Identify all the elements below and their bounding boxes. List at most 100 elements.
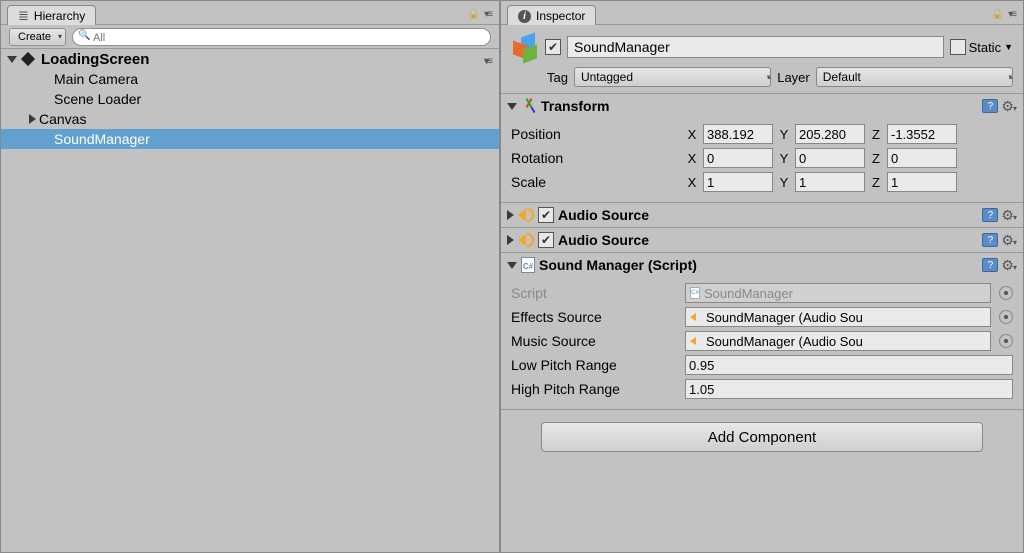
scale-z-field[interactable]	[887, 172, 957, 192]
gameobject-icon[interactable]	[511, 33, 539, 61]
help-icon[interactable]: ?	[982, 258, 998, 272]
inspector-body: Static ▼ Tag Untagged Layer Default Tra	[501, 25, 1023, 552]
high-pitch-field[interactable]	[685, 379, 1013, 399]
layer-label: Layer	[777, 70, 810, 85]
gear-icon[interactable]: ⚙	[1001, 98, 1017, 115]
scene-name: LoadingScreen	[41, 51, 149, 68]
tree-item[interactable]: Main Camera	[1, 69, 499, 89]
csharp-icon	[690, 287, 700, 299]
scale-label: Scale	[511, 174, 681, 190]
create-button[interactable]: Create	[9, 28, 66, 46]
foldout-open-icon[interactable]	[507, 103, 517, 110]
foldout-open-icon[interactable]	[507, 262, 517, 269]
speaker-icon	[690, 311, 702, 323]
low-pitch-field[interactable]	[685, 355, 1013, 375]
audio-source-component: Audio Source ? ⚙	[501, 203, 1023, 228]
tag-dropdown[interactable]: Untagged	[574, 67, 771, 87]
hierarchy-tab-bar: Hierarchy	[1, 1, 499, 25]
inspector-tab-label: Inspector	[536, 9, 585, 23]
foldout-spacer	[41, 134, 51, 144]
lock-icon[interactable]	[466, 5, 480, 20]
foldout-closed-icon[interactable]	[507, 210, 514, 220]
tree-item[interactable]: Scene Loader	[1, 89, 499, 109]
panel-menu-icon[interactable]	[484, 5, 491, 20]
transform-component: Transform ? ⚙ Position X Y Z Rotation X …	[501, 94, 1023, 203]
effects-source-label: Effects Source	[511, 309, 681, 325]
speaker-icon	[518, 232, 534, 248]
hierarchy-tab[interactable]: Hierarchy	[7, 5, 96, 25]
foldout-closed-icon[interactable]	[29, 114, 36, 124]
component-enabled-checkbox[interactable]	[538, 232, 554, 248]
scene-menu-icon[interactable]	[484, 51, 491, 68]
rotation-label: Rotation	[511, 150, 681, 166]
high-pitch-label: High Pitch Range	[511, 381, 681, 397]
object-picker-icon[interactable]	[999, 310, 1013, 324]
info-icon: i	[518, 10, 531, 23]
gear-icon[interactable]: ⚙	[1001, 232, 1017, 249]
layer-dropdown[interactable]: Default	[816, 67, 1013, 87]
position-y-field[interactable]	[795, 124, 865, 144]
x-label: X	[685, 127, 699, 142]
static-dropdown-icon[interactable]: ▼	[1004, 42, 1013, 52]
position-x-field[interactable]	[703, 124, 773, 144]
music-source-label: Music Source	[511, 333, 681, 349]
hierarchy-panel: Hierarchy Create LoadingScreen Main Came…	[0, 0, 500, 553]
gear-icon[interactable]: ⚙	[1001, 207, 1017, 224]
help-icon[interactable]: ?	[982, 99, 998, 113]
speaker-icon	[690, 335, 702, 347]
rotation-z-field[interactable]	[887, 148, 957, 168]
tag-label: Tag	[547, 70, 568, 85]
sound-manager-component: Sound Manager (Script) ? ⚙ Script SoundM…	[501, 253, 1023, 410]
speaker-icon	[518, 207, 534, 223]
foldout-open-icon[interactable]	[7, 56, 17, 63]
add-component-button[interactable]: Add Component	[541, 422, 983, 452]
help-icon[interactable]: ?	[982, 208, 998, 222]
gameobject-header: Static ▼ Tag Untagged Layer Default	[501, 25, 1023, 94]
inspector-tab[interactable]: i Inspector	[507, 5, 596, 25]
scale-x-field[interactable]	[703, 172, 773, 192]
panel-menu-icon[interactable]	[1008, 5, 1015, 20]
unity-cube-icon	[20, 51, 36, 67]
script-field: SoundManager	[685, 283, 991, 303]
foldout-spacer	[41, 94, 51, 104]
foldout-spacer	[41, 74, 51, 84]
enabled-checkbox[interactable]	[545, 39, 561, 55]
rotation-x-field[interactable]	[703, 148, 773, 168]
static-label: Static	[969, 40, 1002, 55]
gameobject-name-field[interactable]	[567, 36, 944, 58]
static-checkbox[interactable]	[950, 39, 966, 55]
position-z-field[interactable]	[887, 124, 957, 144]
inspector-tab-bar: i Inspector	[501, 1, 1023, 25]
effects-source-field[interactable]: SoundManager (Audio Sou	[685, 307, 991, 327]
help-icon[interactable]: ?	[982, 233, 998, 247]
position-label: Position	[511, 126, 681, 142]
y-label: Y	[777, 127, 791, 142]
object-picker-icon[interactable]	[999, 286, 1013, 300]
script-label: Script	[511, 285, 681, 301]
component-title: Audio Source	[558, 207, 978, 223]
hierarchy-tree[interactable]: LoadingScreen Main Camera Scene Loader C…	[1, 49, 499, 552]
low-pitch-label: Low Pitch Range	[511, 357, 681, 373]
object-picker-icon[interactable]	[999, 334, 1013, 348]
rotation-y-field[interactable]	[795, 148, 865, 168]
hierarchy-search[interactable]	[72, 28, 491, 46]
component-enabled-checkbox[interactable]	[538, 207, 554, 223]
component-title: Audio Source	[558, 232, 978, 248]
scene-row[interactable]: LoadingScreen	[1, 49, 499, 69]
tree-item-selected[interactable]: SoundManager	[1, 129, 499, 149]
scale-y-field[interactable]	[795, 172, 865, 192]
foldout-closed-icon[interactable]	[507, 235, 514, 245]
item-label: Canvas	[39, 111, 86, 127]
component-title: Transform	[541, 98, 978, 114]
search-input[interactable]	[93, 30, 484, 46]
component-title: Sound Manager (Script)	[539, 257, 978, 273]
z-label: Z	[869, 127, 883, 142]
item-label: Main Camera	[54, 71, 138, 87]
gear-icon[interactable]: ⚙	[1001, 257, 1017, 274]
audio-source-component: Audio Source ? ⚙	[501, 228, 1023, 253]
transform-icon	[521, 98, 537, 114]
inspector-panel: i Inspector Static ▼ Tag Untag	[500, 0, 1024, 553]
lock-icon[interactable]	[990, 5, 1004, 20]
music-source-field[interactable]: SoundManager (Audio Sou	[685, 331, 991, 351]
tree-item[interactable]: Canvas	[1, 109, 499, 129]
